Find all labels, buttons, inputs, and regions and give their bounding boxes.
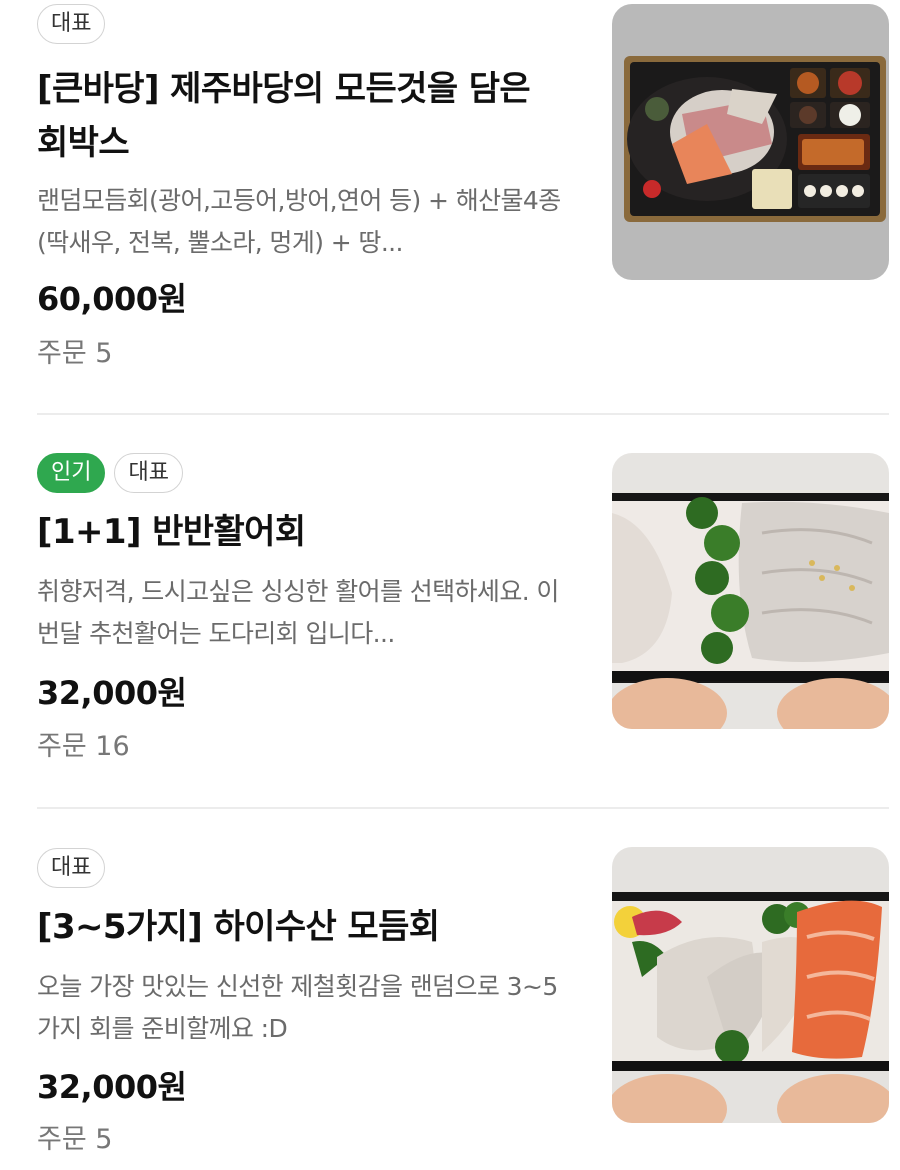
representative-badge: 대표 bbox=[37, 848, 106, 888]
menu-item-price: 32,000원 bbox=[37, 1068, 187, 1106]
menu-item-title: [3~5가지] 하이수산 모듬회 bbox=[37, 907, 440, 947]
menu-item-description: 취향저격, 드시고싶은 싱싱한 활어를 선택하세요. 이번달 추천활어는 도다리… bbox=[37, 577, 559, 648]
menu-item-photo[interactable] bbox=[612, 847, 889, 1123]
representative-badge: 대표 bbox=[37, 4, 106, 44]
menu-item-price: 60,000원 bbox=[37, 280, 187, 318]
popular-badge: 인기 bbox=[37, 453, 106, 493]
representative-badge: 대표 bbox=[114, 453, 183, 493]
menu-item[interactable]: 대표 [큰바당] 제주바당의 모든것을 담은 회박스 랜덤모듬회(광어,고등어,… bbox=[37, 0, 889, 380]
menu-item-description: 오늘 가장 맛있는 신선한 제철횟감을 랜덤으로 3~5가지 회를 준비할께요 … bbox=[37, 972, 558, 1043]
menu-item-title: [1+1] 반반활어회 bbox=[37, 512, 306, 552]
menu-item-photo[interactable] bbox=[612, 4, 889, 280]
order-count: 주문 16 bbox=[37, 731, 130, 762]
menu-item-photo[interactable] bbox=[612, 453, 889, 729]
menu-list: 대표 [큰바당] 제주바당의 모든것을 담은 회박스 랜덤모듬회(광어,고등어,… bbox=[0, 0, 900, 1159]
menu-item[interactable]: 대표 [3~5가지] 하이수산 모듬회 오늘 가장 맛있는 신선한 제철횟감을 … bbox=[37, 790, 889, 1170]
badge-group: 대표 bbox=[37, 848, 106, 888]
badge-group: 인기 대표 bbox=[37, 453, 183, 493]
menu-item[interactable]: 인기 대표 [1+1] 반반활어회 취향저격, 드시고싶은 싱싱한 활어를 선택… bbox=[37, 395, 889, 775]
menu-item-description: 랜덤모듬회(광어,고등어,방어,연어 등) + 해산물4종(딱새우, 전복, 뿔… bbox=[37, 186, 561, 257]
order-count: 주문 5 bbox=[37, 1124, 113, 1155]
menu-item-title: [큰바당] 제주바당의 모든것을 담은 회박스 bbox=[37, 69, 531, 163]
menu-item-price: 32,000원 bbox=[37, 674, 187, 712]
order-count: 주문 5 bbox=[37, 338, 113, 369]
badge-group: 대표 bbox=[37, 4, 106, 44]
